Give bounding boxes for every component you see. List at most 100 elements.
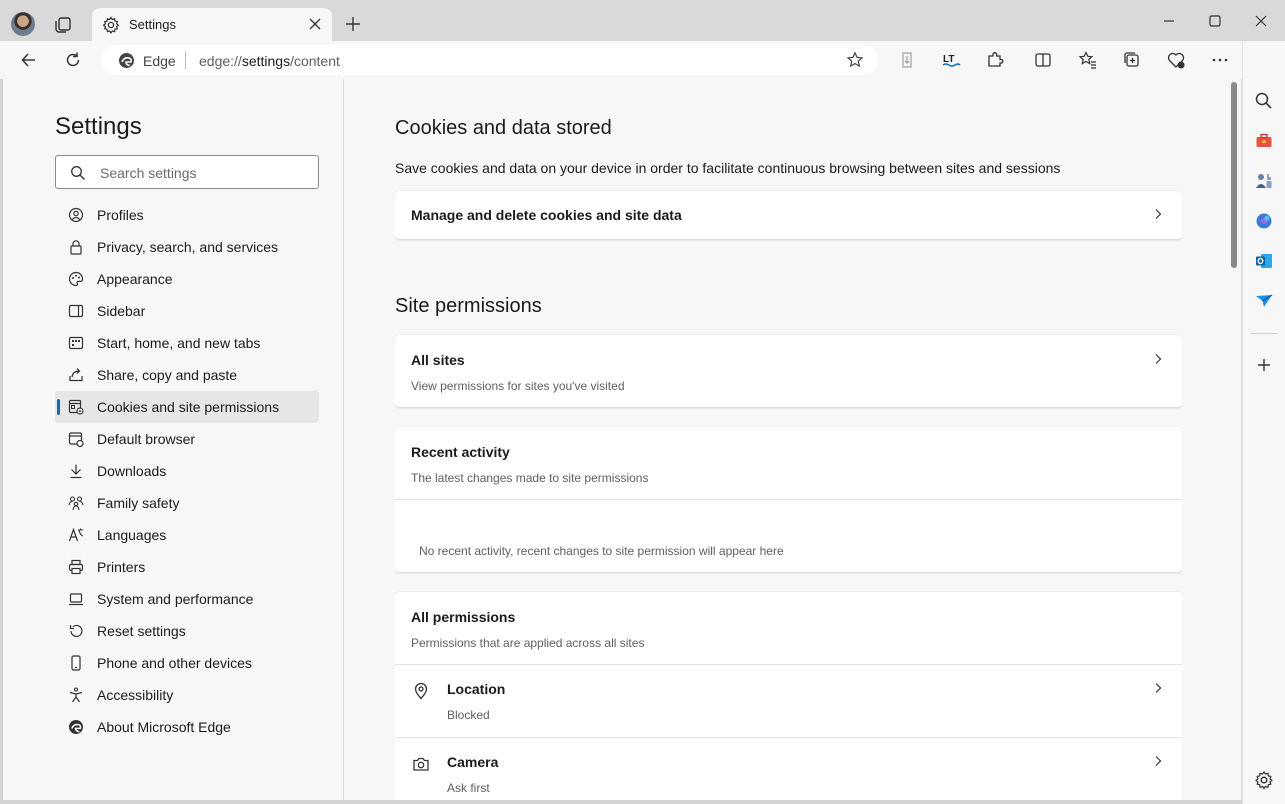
nav-item-system-performance[interactable]: System and performance — [55, 583, 319, 615]
tab-settings[interactable]: Settings — [92, 8, 332, 41]
profile-avatar[interactable] — [11, 12, 35, 36]
permission-status: Blocked — [447, 708, 490, 722]
nav-item-default-browser[interactable]: Default browser — [55, 423, 319, 455]
profile-icon — [68, 207, 84, 223]
recent-activity-subtitle: The latest changes made to site permissi… — [411, 471, 649, 485]
palette-icon — [68, 271, 84, 287]
address-brand: Edge — [143, 53, 176, 69]
sidebar-icon — [68, 304, 84, 318]
outlook-icon[interactable] — [1254, 251, 1274, 271]
copilot-app-icon[interactable] — [1254, 211, 1274, 231]
nav-item-label: Profiles — [97, 207, 144, 223]
nav-item-label: Reset settings — [97, 623, 186, 639]
permission-row-camera[interactable]: Camera Ask first — [395, 738, 1182, 800]
browser-essentials-icon[interactable] — [1166, 50, 1186, 70]
permission-title: Location — [447, 681, 506, 697]
nav-item-phone-devices[interactable]: Phone and other devices — [55, 647, 319, 679]
all-sites-subtitle: View permissions for sites you've visite… — [411, 379, 625, 393]
settings-nav: Settings Profiles Privacy, search, and s… — [3, 79, 344, 800]
close-tab-icon[interactable] — [308, 17, 322, 31]
nav-item-label: Family safety — [97, 495, 180, 511]
all-sites-card[interactable]: All sites View permissions for sites you… — [395, 335, 1182, 407]
nav-item-start-home[interactable]: Start, home, and new tabs — [55, 327, 319, 359]
edge-logo-icon — [69, 720, 83, 734]
edge-right-sidebar — [1242, 41, 1285, 804]
address-bar[interactable]: Edge edge://settings/content — [101, 45, 878, 75]
settings-gear-icon[interactable] — [1254, 770, 1274, 790]
nav-item-label: System and performance — [97, 591, 254, 607]
nav-item-label: Start, home, and new tabs — [97, 335, 261, 351]
games-icon[interactable] — [1254, 171, 1274, 191]
location-pin-icon — [414, 682, 428, 700]
recent-activity-title: Recent activity — [411, 444, 510, 460]
reader-icon[interactable] — [897, 50, 917, 70]
back-arrow-icon[interactable] — [19, 50, 39, 70]
minimize-icon[interactable] — [1160, 12, 1178, 30]
favorites-icon[interactable] — [1078, 50, 1098, 70]
favorite-star-icon[interactable] — [846, 51, 864, 69]
add-icon[interactable] — [1254, 355, 1274, 375]
extensions-puzzle-icon[interactable] — [985, 50, 1005, 70]
more-dots-icon[interactable] — [1210, 50, 1230, 70]
sidebar-divider — [1251, 333, 1278, 334]
nav-item-printers[interactable]: Printers — [55, 551, 319, 583]
url-text[interactable]: edge://settings/content — [199, 53, 340, 69]
permission-row-location[interactable]: Location Blocked — [395, 665, 1182, 737]
nav-item-downloads[interactable]: Downloads — [55, 455, 319, 487]
manage-cookies-card[interactable]: Manage and delete cookies and site data — [395, 191, 1182, 239]
camera-icon — [413, 757, 429, 771]
nav-item-sidebar[interactable]: Sidebar — [55, 295, 319, 327]
maximize-icon[interactable] — [1206, 12, 1224, 30]
manage-cookies-label: Manage and delete cookies and site data — [411, 207, 682, 223]
nav-item-label: Downloads — [97, 463, 167, 479]
nav-item-profiles[interactable]: Profiles — [55, 199, 319, 231]
search-settings-box[interactable] — [55, 155, 319, 189]
new-tab-icon[interactable] — [343, 14, 363, 34]
collections-icon[interactable] — [1122, 50, 1142, 70]
nav-item-label: Languages — [97, 527, 167, 543]
download-icon — [70, 464, 82, 479]
lt-extension-icon[interactable]: LT — [941, 50, 961, 70]
search-input[interactable] — [100, 163, 310, 183]
send-icon[interactable] — [1254, 291, 1274, 311]
nav-item-languages[interactable]: Languages — [55, 519, 319, 551]
search-icon[interactable] — [1254, 91, 1274, 111]
nav-item-share-copy-paste[interactable]: Share, copy and paste — [55, 359, 319, 391]
title-bar: Settings — [0, 0, 1285, 41]
refresh-icon[interactable] — [63, 50, 83, 70]
nav-item-label: Cookies and site permissions — [97, 399, 280, 415]
permission-title: Camera — [447, 754, 499, 770]
nav-item-label: Printers — [97, 559, 146, 575]
nav-item-privacy[interactable]: Privacy, search, and services — [55, 231, 319, 263]
nav-item-label: Sidebar — [97, 303, 146, 319]
split-screen-icon[interactable] — [1033, 50, 1053, 70]
svg-text:LT: LT — [943, 54, 954, 65]
nav-item-reset-settings[interactable]: Reset settings — [55, 615, 319, 647]
cookies-heading: Cookies and data stored — [395, 117, 612, 139]
phone-icon — [71, 655, 81, 671]
share-icon — [69, 368, 83, 382]
nav-item-cookies-site-permissions[interactable]: Cookies and site permissions — [55, 391, 319, 423]
browser-toolbar: Edge edge://settings/content LT — [0, 41, 1285, 79]
chevron-right-icon — [1155, 756, 1162, 766]
grid-icon — [68, 336, 84, 350]
all-permissions-card: All permissions Permissions that are app… — [395, 592, 1182, 800]
scrollbar-thumb[interactable] — [1231, 82, 1237, 268]
nav-item-family-safety[interactable]: Family safety — [55, 487, 319, 519]
chevron-right-icon — [1155, 209, 1162, 219]
address-separator — [185, 52, 186, 69]
nav-item-accessibility[interactable]: Accessibility — [55, 679, 319, 711]
nav-item-label: Privacy, search, and services — [97, 239, 279, 255]
tools-briefcase-icon[interactable] — [1254, 131, 1274, 151]
nav-item-about-edge[interactable]: About Microsoft Edge — [55, 711, 319, 743]
tab-actions-icon[interactable] — [52, 13, 74, 35]
close-window-icon[interactable] — [1252, 12, 1270, 30]
language-icon — [68, 527, 84, 542]
edge-logo-icon — [119, 53, 134, 68]
cookies-description: Save cookies and data on your device in … — [395, 160, 1061, 176]
nav-item-label: Phone and other devices — [97, 655, 252, 671]
nav-item-appearance[interactable]: Appearance — [55, 263, 319, 295]
permission-status: Ask first — [447, 781, 490, 795]
laptop-icon — [69, 593, 83, 606]
all-permissions-title: All permissions — [411, 609, 516, 625]
